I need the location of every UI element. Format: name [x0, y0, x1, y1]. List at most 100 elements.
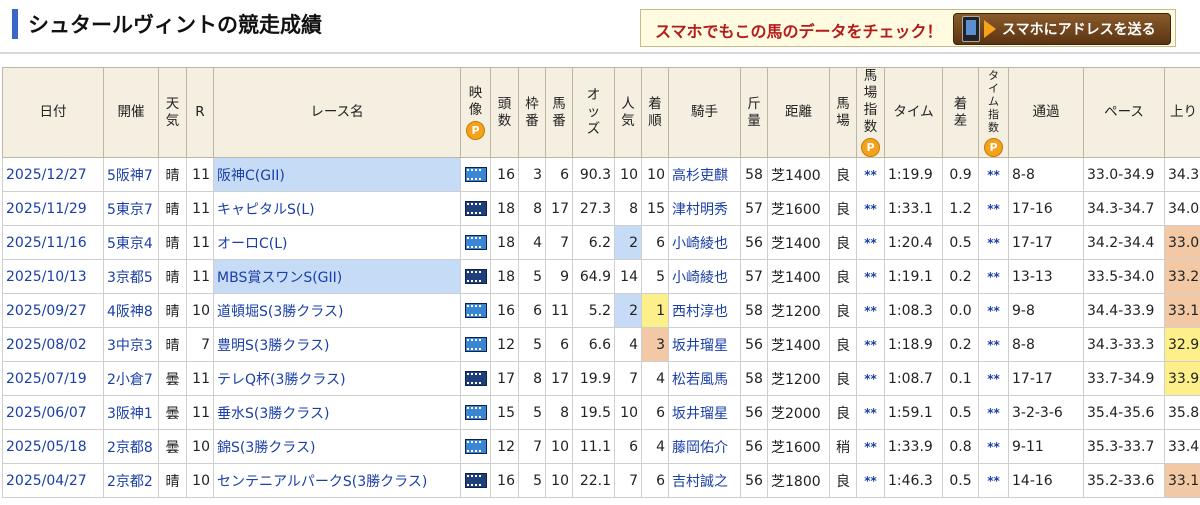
track-index-value[interactable]: **	[864, 202, 877, 216]
finish-cell-container: 10	[641, 157, 669, 192]
track-index-value[interactable]: **	[864, 474, 877, 488]
time-index-value[interactable]: **	[987, 474, 1000, 488]
time-index-value[interactable]: **	[987, 270, 1000, 284]
jockey-link[interactable]: 津村明秀	[672, 202, 728, 218]
venue-link[interactable]: 5東京4	[107, 236, 153, 252]
track-index-value[interactable]: **	[864, 372, 877, 386]
odds-cell-container: 19.5	[572, 395, 615, 430]
time-index-value[interactable]: **	[987, 440, 1000, 454]
jockey-link[interactable]: 坂井瑠星	[672, 338, 728, 354]
video-icon[interactable]	[464, 371, 487, 386]
margin-value: 0.5	[949, 472, 972, 489]
race-name-link[interactable]: 垂水S(3勝クラス)	[217, 406, 329, 422]
track-index-value[interactable]: **	[864, 440, 877, 454]
weather-value: 晴	[165, 201, 180, 218]
time-index-value[interactable]: **	[987, 236, 1000, 250]
track-index-value[interactable]: **	[864, 338, 877, 352]
finish-cell-container: 1	[641, 293, 669, 328]
jockey-link[interactable]: 松若風馬	[672, 372, 728, 388]
race-name-link[interactable]: テレQ杯(3勝クラス)	[217, 372, 346, 388]
header-distance: 距離	[767, 67, 830, 158]
send-to-smartphone-button[interactable]: スマホにアドレスを送る	[953, 13, 1171, 45]
horse-number-cell-container: 9	[545, 259, 573, 294]
jockey-link[interactable]: 坂井瑠星	[672, 406, 728, 422]
margin-value: 0.2	[949, 268, 972, 285]
jockey-link[interactable]: 小崎綾也	[672, 270, 728, 286]
header-margin: 着差	[942, 67, 979, 158]
odds-value: 5.2	[588, 302, 611, 319]
venue-link[interactable]: 2小倉7	[107, 372, 153, 388]
header-runners: 頭数	[490, 67, 519, 158]
video-icon[interactable]	[464, 337, 487, 352]
finish-cell-container: 6	[641, 395, 669, 430]
table-row: 2025/05/18 2京都8 曇 10 錦S(3勝クラス) 12 7 10 11.1 6 4 藤岡佑…	[2, 429, 1200, 464]
distance-cell-container: 芝2000	[767, 395, 830, 430]
video-icon[interactable]	[464, 269, 487, 284]
venue-link[interactable]: 4阪神8	[107, 304, 153, 320]
jockey-link[interactable]: 藤岡佑介	[672, 440, 728, 456]
pace-value: 33.7-34.9	[1087, 370, 1155, 387]
jockey-link[interactable]: 西村淳也	[672, 304, 728, 320]
jockey-link[interactable]: 高杉吏麒	[672, 168, 728, 184]
margin-value: 0.5	[949, 234, 972, 251]
frame-value: 5	[533, 404, 542, 421]
track-index-value[interactable]: **	[864, 168, 877, 182]
time-index-value[interactable]: **	[987, 372, 1000, 386]
track-index-value[interactable]: **	[864, 304, 877, 318]
venue-link[interactable]: 5東京7	[107, 202, 153, 218]
race-name-link[interactable]: センテニアルパークS(3勝クラス)	[217, 474, 427, 490]
track-condition-cell-container: 良	[829, 395, 857, 430]
race-name-link[interactable]: 錦S(3勝クラス)	[217, 440, 315, 456]
race-name-link[interactable]: オーロC(L)	[217, 236, 288, 252]
race-name-link[interactable]: 豊明S(3勝クラス)	[217, 338, 329, 354]
venue-link[interactable]: 5阪神7	[107, 168, 153, 184]
jockey-link[interactable]: 小崎綾也	[672, 236, 728, 252]
popularity-value: 4	[629, 336, 638, 353]
video-icon[interactable]	[464, 303, 487, 318]
video-cell	[460, 259, 491, 294]
venue-link[interactable]: 3京都5	[107, 270, 153, 286]
venue-link[interactable]: 3中京3	[107, 338, 153, 354]
time-index-value[interactable]: **	[987, 168, 1000, 182]
venue-link[interactable]: 2京都2	[107, 474, 153, 490]
venue-link[interactable]: 2京都8	[107, 440, 153, 456]
video-icon[interactable]	[464, 235, 487, 250]
jockey-link[interactable]: 吉村誠之	[672, 474, 728, 490]
video-icon[interactable]	[464, 201, 487, 216]
time-index-value[interactable]: **	[987, 304, 1000, 318]
track-index-value[interactable]: **	[864, 406, 877, 420]
time-index-value[interactable]: **	[987, 338, 1000, 352]
race-date-link[interactable]: 2025/05/18	[6, 439, 87, 455]
race-name-link[interactable]: キャピタルS(L)	[217, 202, 315, 218]
race-date-link[interactable]: 2025/10/13	[6, 269, 87, 285]
race-date-link[interactable]: 2025/07/19	[6, 371, 87, 387]
frame-cell-container: 5	[518, 327, 546, 362]
finish-value: 5	[656, 268, 665, 285]
race-name-link[interactable]: MBS賞スワンS(GII)	[217, 270, 342, 286]
venue-link[interactable]: 3阪神1	[107, 406, 153, 422]
runners-cell-container: 18	[490, 191, 519, 226]
race-date-link[interactable]: 2025/12/27	[6, 167, 87, 183]
race-date-link[interactable]: 2025/11/16	[6, 235, 87, 251]
race-name-link[interactable]: 阪神C(GII)	[217, 168, 285, 184]
video-icon[interactable]	[464, 405, 487, 420]
video-icon[interactable]	[464, 473, 487, 488]
finish-value: 1	[656, 302, 665, 319]
video-icon[interactable]	[464, 439, 487, 454]
last3f-value: 32.9	[1168, 336, 1200, 353]
video-icon[interactable]	[464, 167, 487, 182]
race-name-link[interactable]: 道頓堀S(3勝クラス)	[217, 304, 343, 320]
track-index-value[interactable]: **	[864, 236, 877, 250]
pace-cell-container: 33.7-34.9	[1083, 361, 1165, 396]
race-date-link[interactable]: 2025/06/07	[6, 405, 87, 421]
runners-value: 18	[497, 200, 515, 217]
race-date-link[interactable]: 2025/09/27	[6, 303, 87, 319]
race-date-link[interactable]: 2025/11/29	[6, 201, 87, 217]
race-date-link[interactable]: 2025/04/27	[6, 473, 87, 489]
time-index-value[interactable]: **	[987, 202, 1000, 216]
distance-cell-container: 芝1200	[767, 293, 830, 328]
time-index-cell-container: **	[978, 293, 1009, 328]
track-index-value[interactable]: **	[864, 270, 877, 284]
race-date-link[interactable]: 2025/08/02	[6, 337, 87, 353]
time-index-value[interactable]: **	[987, 406, 1000, 420]
